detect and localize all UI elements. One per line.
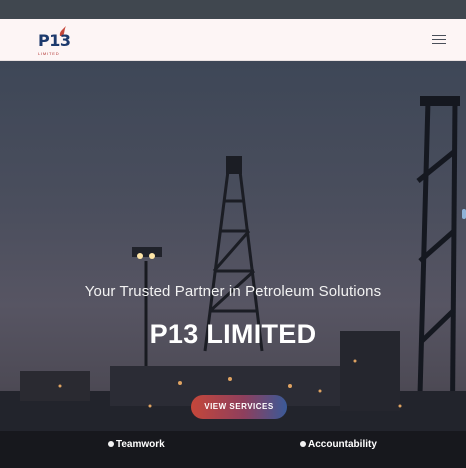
hamburger-icon-line bbox=[432, 39, 446, 40]
navbar: P13 LIMITED bbox=[0, 19, 466, 61]
value-item-teamwork: Teamwork bbox=[108, 439, 165, 450]
hero-title: P13 LIMITED bbox=[149, 319, 317, 349]
hamburger-menu-button[interactable] bbox=[432, 35, 446, 46]
bullet-dot-icon bbox=[108, 441, 114, 447]
logo-text: P13 bbox=[38, 31, 71, 50]
logo-subtext: LIMITED bbox=[38, 51, 60, 56]
logo[interactable]: P13 LIMITED bbox=[36, 25, 72, 57]
value-label: Accountability bbox=[308, 439, 377, 450]
top-strip bbox=[0, 0, 466, 19]
bullet-dot-icon bbox=[300, 441, 306, 447]
value-label: Teamwork bbox=[116, 439, 165, 450]
hamburger-icon-line bbox=[432, 35, 446, 36]
value-item-accountability: Accountability bbox=[300, 439, 377, 450]
hamburger-icon-line bbox=[432, 43, 446, 44]
view-services-button[interactable]: VIEW SERVICES bbox=[191, 395, 287, 419]
hero-section: Your Trusted Partner in Petroleum Soluti… bbox=[0, 61, 466, 468]
hero-tagline: Your Trusted Partner in Petroleum Soluti… bbox=[84, 283, 382, 300]
